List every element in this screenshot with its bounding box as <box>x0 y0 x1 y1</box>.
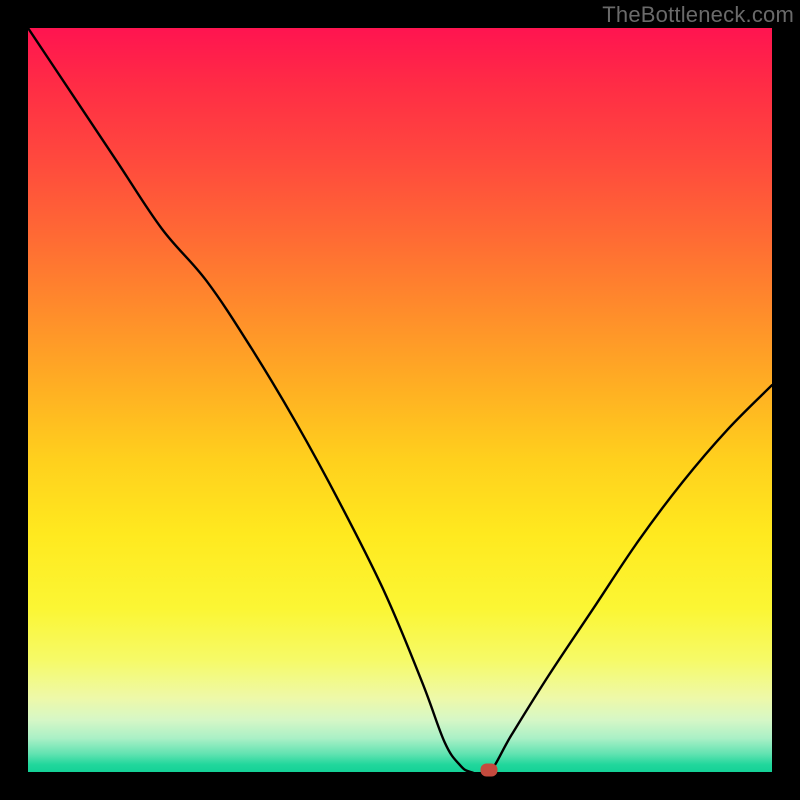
chart-frame: TheBottleneck.com <box>0 0 800 800</box>
curve-layer <box>28 28 772 772</box>
bottleneck-curve <box>28 28 772 772</box>
watermark-text: TheBottleneck.com <box>602 2 794 28</box>
optimum-marker <box>481 763 498 776</box>
